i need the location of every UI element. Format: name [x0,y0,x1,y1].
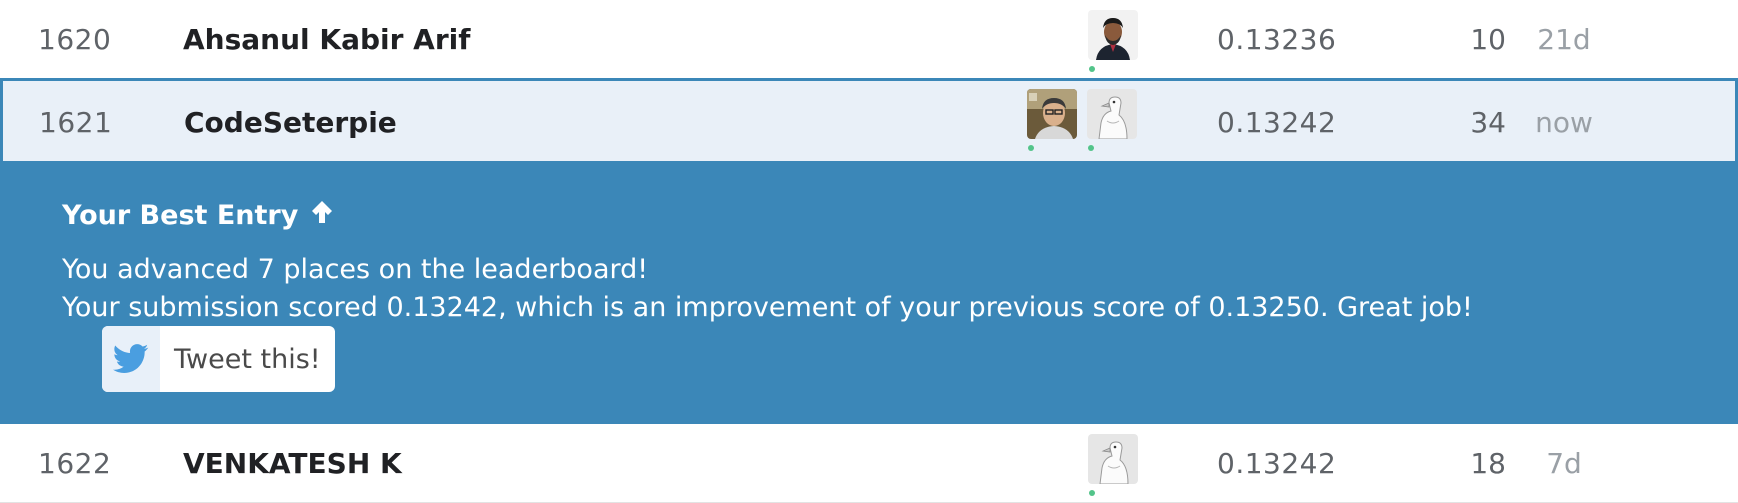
team-member-avatar-default-goose[interactable] [1088,434,1138,484]
entries-cell: 10 [1470,23,1506,56]
score-cell: 0.13242 [1217,447,1337,480]
online-status-dot [1088,145,1094,151]
online-status-dot [1089,490,1095,496]
rank-cell: 1620 [38,23,112,56]
last-submission-cell: 21d [1537,23,1591,56]
banner-score-message: Your submission scored 0.13242, which is… [62,292,1473,323]
last-submission-cell: now [1535,106,1593,139]
leaderboard-row-current-team[interactable]: 1621 CodeSeterpie 0.13242 34 now [0,78,1738,161]
tweet-button[interactable]: Tweet this! [102,326,335,392]
leaderboard: 1620 Ahsanul Kabir Arif 0.13236 10 21d 1… [0,0,1738,503]
best-entry-banner: Your Best Entry You advanced 7 places on… [0,161,1738,424]
team-name[interactable]: VENKATESH K [183,450,402,478]
score-cell: 0.13236 [1217,23,1337,56]
twitter-bird-icon [102,326,160,392]
rank-cell: 1621 [39,106,113,139]
entries-cell: 18 [1470,447,1506,480]
team-member-avatar[interactable] [1088,10,1138,60]
leaderboard-row[interactable]: 1622 VENKATESH K 0.13242 18 7d [0,424,1738,503]
leaderboard-row[interactable]: 1620 Ahsanul Kabir Arif 0.13236 10 21d [0,0,1738,80]
arrow-up-icon [310,199,334,232]
team-member-avatar[interactable] [1027,89,1077,139]
entries-cell: 34 [1470,106,1506,139]
banner-title-text: Your Best Entry [62,200,299,231]
team-member-avatar-default-goose[interactable] [1087,89,1137,139]
team-name[interactable]: Ahsanul Kabir Arif [183,26,470,54]
last-submission-cell: 7d [1546,447,1582,480]
online-status-dot [1028,145,1034,151]
tweet-button-label: Tweet this! [174,343,321,375]
score-cell: 0.13242 [1217,106,1337,139]
online-status-dot [1089,66,1095,72]
banner-advance-message: You advanced 7 places on the leaderboard… [62,254,649,285]
team-name[interactable]: CodeSeterpie [184,109,397,137]
banner-title: Your Best Entry [62,199,334,232]
rank-cell: 1622 [38,447,112,480]
